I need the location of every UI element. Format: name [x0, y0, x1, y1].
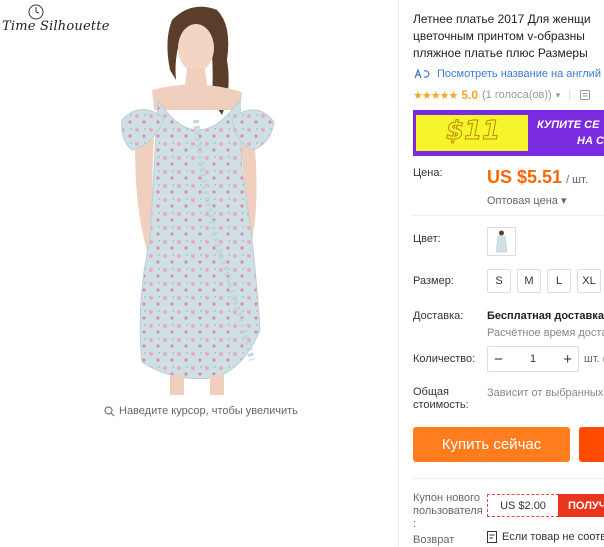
shipping-label: Доставка: [413, 310, 464, 322]
translate-link[interactable]: Посмотреть название на англий [413, 68, 601, 80]
zoom-hint-text: Наведите курсор, чтобы увеличить [119, 405, 298, 417]
product-title-line: цветочным принтом v-образны [413, 29, 585, 43]
orders-icon [580, 90, 591, 100]
size-label: Размер: [413, 275, 454, 287]
color-option[interactable] [487, 227, 516, 256]
shipping-title[interactable]: Бесплатная доставка н [487, 310, 604, 322]
add-to-cart-button[interactable] [579, 427, 604, 462]
product-title-line: пляжное платье плюс Размеры [413, 46, 588, 60]
coupon-label-line: пользователя [413, 505, 483, 517]
product-info: Летнее платье 2017 Для женщи цветочным п… [413, 0, 604, 547]
quantity-increase-button[interactable]: + [563, 352, 572, 367]
coupon-label: Купон нового пользователя : [413, 492, 483, 531]
wholesale-price-dropdown[interactable]: Оптовая цена ▾ [487, 194, 566, 207]
total-value: Зависит от выбранных [487, 387, 604, 399]
promo-banner[interactable]: $11 КУПИТЕ СЕ НА С [413, 110, 604, 156]
size-option-xl[interactable]: XL [577, 269, 601, 293]
quantity-stepper: − 1 + [487, 346, 579, 372]
get-coupon-button[interactable]: ПОЛУЧ [558, 494, 604, 517]
price-value: US $5.51 [487, 167, 563, 187]
quantity-input[interactable]: 1 [530, 353, 536, 365]
size-option-s[interactable]: S [487, 269, 511, 293]
quantity-label: Количество: [413, 353, 476, 365]
quantity-unit: шт. ( [584, 353, 604, 365]
price-unit: / шт. [566, 174, 588, 186]
rating-separator: | [568, 89, 572, 101]
quantity-decrease-button[interactable]: − [494, 352, 503, 367]
product-title: Летнее платье 2017 Для женщи цветочным п… [413, 11, 604, 62]
section-divider [413, 215, 604, 216]
promo-banner-line: НА С [577, 135, 604, 147]
price-label: Цена: [413, 167, 443, 179]
product-title-line: Летнее платье 2017 Для женщи [413, 12, 591, 26]
promo-banner-price: $11 [445, 116, 501, 147]
rating[interactable]: ★★★★★ 5.0 (1 голоса(ов)) ▾ | [413, 88, 591, 102]
coupon-amount: US $2.00 [487, 494, 559, 517]
size-option-m[interactable]: M [517, 269, 541, 293]
translate-icon [414, 68, 430, 79]
size-option-l[interactable]: L [547, 269, 571, 293]
shipping-estimate: Расчётное время доста [487, 327, 604, 339]
size-options: S M L XL [487, 269, 601, 293]
buy-now-button[interactable]: Купить сейчас [413, 427, 570, 462]
chevron-down-icon: ▾ [555, 89, 561, 100]
coupon-label-line: Купон нового [413, 492, 481, 504]
rating-count: (1 голоса(ов)) [482, 89, 552, 101]
total-label-line: стоимость: [413, 399, 469, 411]
product-image[interactable] [92, 0, 322, 395]
zoom-hint: Наведите курсор, чтобы увеличить [104, 405, 298, 417]
total-label-line: Общая [413, 386, 449, 398]
document-check-icon [487, 531, 497, 543]
section-divider [413, 478, 604, 479]
rating-stars: ★★★★★ [413, 89, 458, 102]
search-icon [104, 405, 115, 416]
price: US $5.51/ шт. [487, 167, 588, 188]
column-divider [398, 0, 399, 547]
returns-info[interactable]: Если товар не соотв [487, 531, 604, 543]
dress-thumbnail-icon [495, 230, 508, 253]
total-label: Общая стоимость: [413, 386, 469, 412]
translate-link-text: Посмотреть название на англий [437, 68, 601, 80]
coupon-label-line: : [413, 518, 417, 530]
product-gallery: Time Silhouette Наведите курсор, чтобы у… [0, 0, 398, 547]
promo-banner-text: КУПИТЕ СЕ НА С [537, 117, 604, 149]
returns-label: Возврат [413, 534, 455, 546]
promo-banner-line: КУПИТЕ СЕ [537, 119, 600, 131]
returns-text: Если товар не соотв [502, 531, 604, 543]
color-label: Цвет: [413, 233, 441, 245]
rating-value: 5.0 [461, 88, 478, 102]
